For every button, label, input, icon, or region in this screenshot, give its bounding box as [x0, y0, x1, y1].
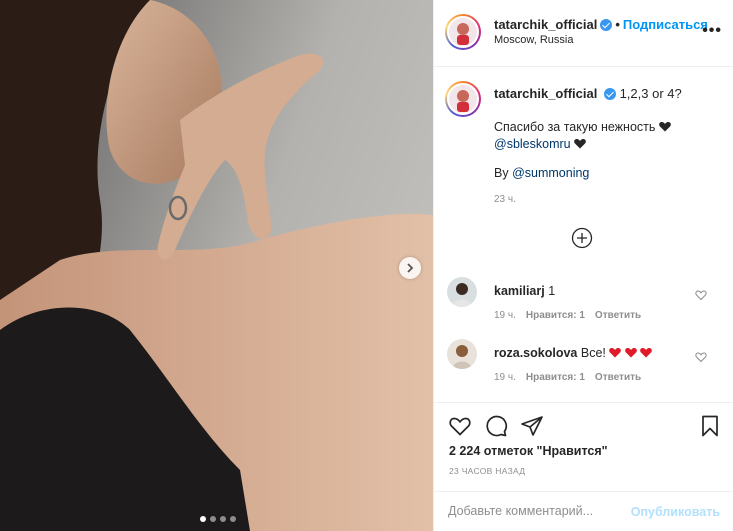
post-header: tatarchik_official • Подписаться Moscow, R…	[434, 0, 733, 67]
post-author-line: tatarchik_official • Подписаться	[494, 17, 708, 32]
story-ring[interactable]	[445, 14, 481, 50]
post-timestamp[interactable]: 23 ЧАСОВ НАЗАД	[449, 466, 525, 476]
caption-text: Спасибо за такую нежность	[494, 120, 656, 134]
post-modal: tatarchik_official • Подписаться Moscow, R…	[0, 0, 733, 531]
heart-outline-icon[interactable]	[695, 289, 707, 301]
carousel-dot	[210, 516, 216, 522]
add-comment-bar: Опубликовать	[434, 491, 733, 531]
avatar-image	[447, 277, 477, 307]
red-heart-icon	[640, 348, 653, 358]
caption-first-line: tatarchik_official 1,2,3 or 4?	[494, 86, 682, 101]
follow-button[interactable]: Подписаться	[623, 17, 708, 32]
more-options-icon[interactable]: •••	[702, 22, 722, 40]
verified-badge-icon	[600, 19, 613, 31]
next-slide-button[interactable]	[399, 257, 421, 279]
avatar[interactable]	[447, 277, 477, 307]
comment-username[interactable]: kamiliarj	[494, 284, 545, 298]
avatar[interactable]	[447, 83, 479, 115]
black-heart-icon	[574, 139, 586, 149]
black-heart-icon	[659, 122, 671, 132]
comment-likes[interactable]: Нравится: 1	[526, 372, 585, 383]
comment-text-line: kamiliarj 1	[494, 284, 555, 298]
comment-likes[interactable]: Нравится: 1	[526, 310, 585, 321]
post-actions	[434, 402, 733, 442]
carousel-dot	[220, 516, 226, 522]
bookmark-icon[interactable]	[698, 414, 722, 438]
publish-button[interactable]: Опубликовать	[631, 505, 720, 519]
comment-icon[interactable]	[484, 414, 508, 438]
post-author-username[interactable]: tatarchik_official	[494, 17, 597, 32]
comment-meta: 19 ч. Нравится: 1 Ответить	[494, 310, 641, 321]
carousel-dot	[230, 516, 236, 522]
caption-timestamp[interactable]: 23 ч.	[494, 194, 516, 205]
comment-text: 1	[548, 284, 556, 298]
comment-meta: 19 ч. Нравится: 1 Ответить	[494, 372, 641, 383]
credit-prefix: By	[494, 166, 509, 180]
carousel-dot	[200, 516, 206, 522]
carousel-indicator	[200, 516, 236, 522]
verified-badge-icon	[603, 88, 616, 100]
comment-item: roza.sokolova Все! 19 ч. Нравится: 1 Отв…	[434, 339, 733, 399]
red-heart-icon	[609, 348, 622, 358]
heart-outline-icon[interactable]	[695, 351, 707, 363]
avatar[interactable]	[447, 339, 477, 369]
avatar[interactable]	[447, 16, 479, 48]
caption-text: 1,2,3 or 4?	[619, 86, 682, 101]
comment-item: kamiliarj 1 19 ч. Нравится: 1 Ответить	[434, 277, 733, 337]
reply-button[interactable]: Ответить	[595, 310, 641, 321]
caption-body: Спасибо за такую нежность @sbleskomru	[494, 119, 714, 153]
caption-username[interactable]: tatarchik_official	[494, 86, 597, 101]
comment-time[interactable]: 19 ч.	[494, 310, 516, 321]
avatar-image	[447, 339, 477, 369]
comment-username[interactable]: roza.sokolova	[494, 346, 577, 360]
post-sidebar: tatarchik_official • Подписаться Moscow, R…	[433, 0, 733, 531]
comment-text-line: roza.sokolova Все!	[494, 346, 653, 360]
mention-link[interactable]: @summoning	[512, 166, 589, 180]
caption-credit: By @summoning	[494, 166, 589, 180]
post-location[interactable]: Moscow, Russia	[494, 34, 573, 46]
story-ring[interactable]	[445, 81, 481, 117]
load-more-comments-icon[interactable]	[571, 227, 593, 249]
chevron-right-icon	[407, 263, 414, 273]
comment-time[interactable]: 19 ч.	[494, 372, 516, 383]
likes-count[interactable]: 2 224 отметок "Нравится"	[449, 444, 608, 458]
like-heart-icon[interactable]	[448, 414, 472, 438]
avatar-image	[449, 18, 477, 46]
comment-input[interactable]	[448, 504, 628, 518]
red-heart-icon	[625, 348, 637, 358]
comment-text: Все!	[580, 346, 606, 360]
avatar-image	[449, 85, 477, 113]
reply-button[interactable]: Ответить	[595, 372, 641, 383]
mention-link[interactable]: @sbleskomru	[494, 137, 571, 151]
photo-illustration	[0, 0, 433, 531]
post-photo[interactable]	[0, 0, 433, 531]
separator: •	[615, 17, 620, 32]
share-icon[interactable]	[520, 414, 544, 438]
